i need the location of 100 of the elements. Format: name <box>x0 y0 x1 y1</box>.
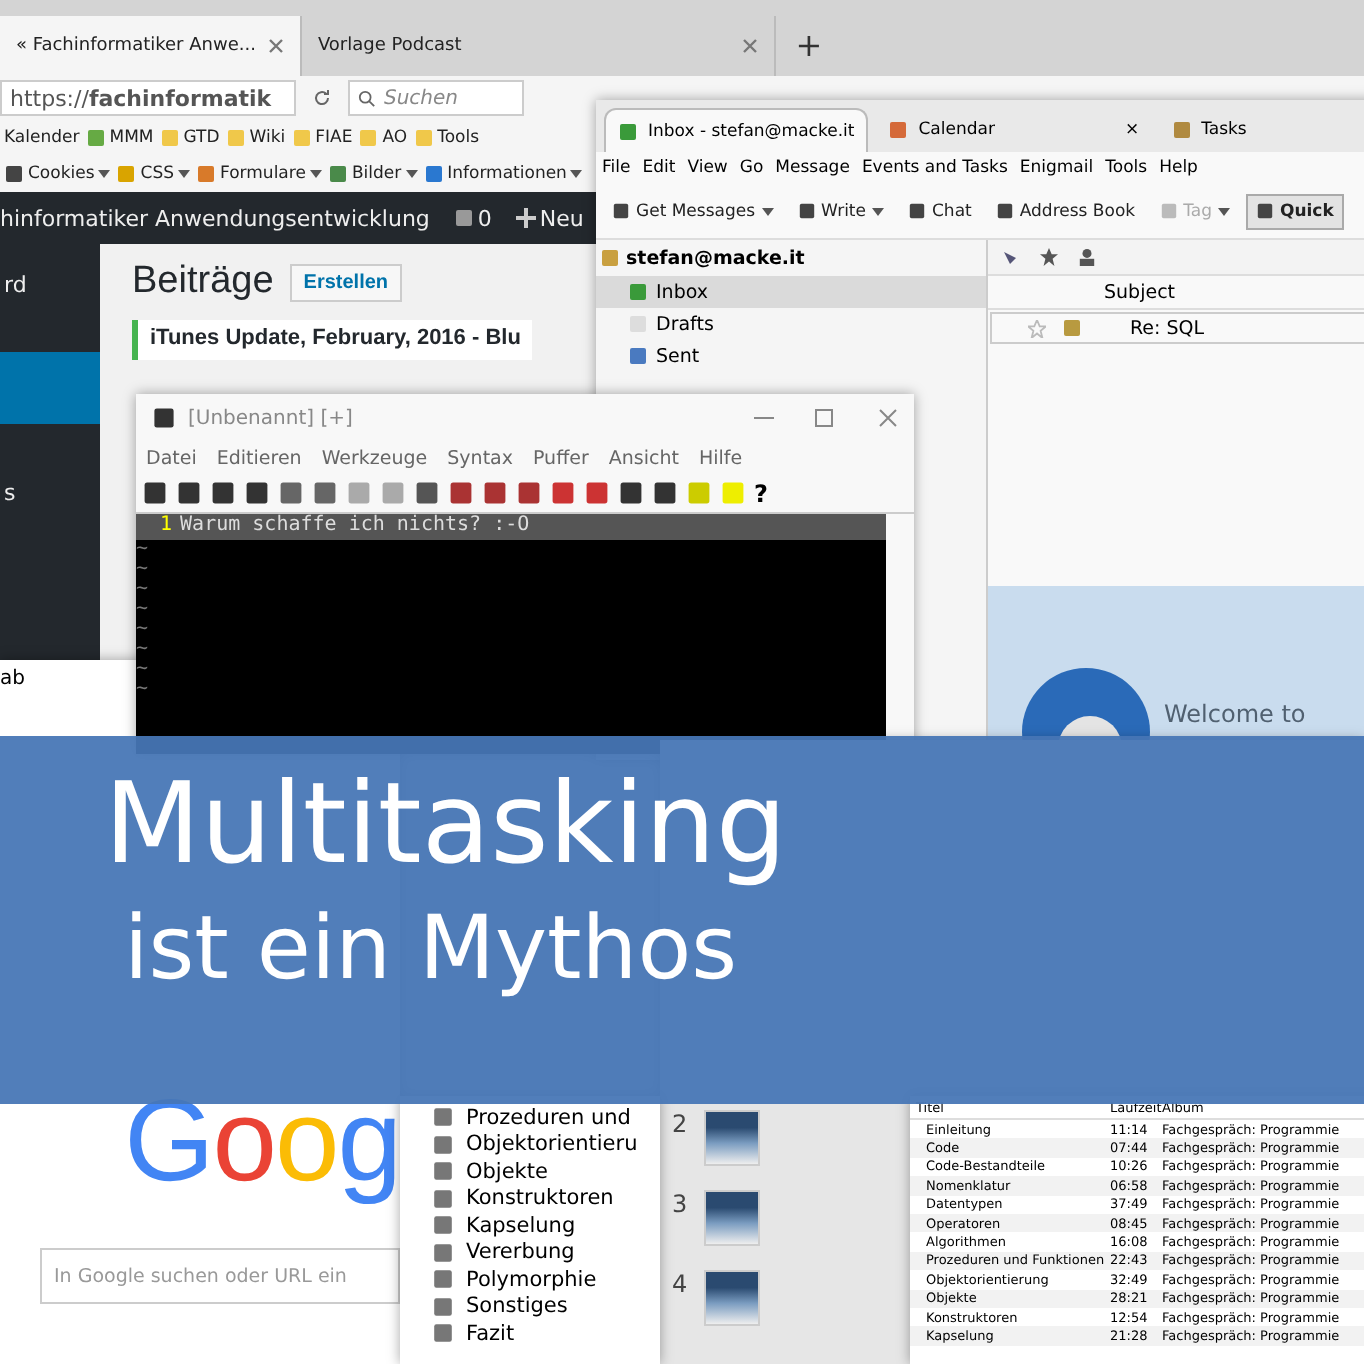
toolbar-menu[interactable]: Cookies <box>4 164 111 184</box>
window-title: [Unbenannt] [+] <box>188 407 353 429</box>
code-line: Warum schaffe ich nichts? :-O <box>180 514 530 540</box>
chapter-item[interactable]: Sonstiges <box>432 1293 660 1320</box>
mail-tab[interactable]: Calendar × <box>876 108 1152 152</box>
message-row[interactable]: Re: SQL <box>990 312 1364 344</box>
menu-item[interactable]: Enigmail <box>1019 158 1094 178</box>
reload-icon[interactable] <box>312 88 332 108</box>
quick-filter-button[interactable]: Quick <box>1245 193 1344 229</box>
chapter-item[interactable]: Objektorientieru <box>432 1131 660 1158</box>
comments-link[interactable]: 0 <box>453 205 492 231</box>
welcome-text: Welcome to <box>1164 700 1306 728</box>
plus-icon <box>515 208 536 228</box>
empty-line-marker: ~ <box>136 640 151 660</box>
tab-label[interactable]: ab <box>0 660 33 704</box>
folder-item[interactable]: Drafts <box>596 308 986 340</box>
chapter-item[interactable]: Vererbung <box>432 1239 660 1266</box>
slide-thumbnail[interactable] <box>703 1270 760 1326</box>
new-tab-button[interactable]: + <box>775 26 843 76</box>
caret-icon <box>570 170 583 178</box>
post-title[interactable]: iTunes Update, February, 2016 - Blu <box>132 320 533 360</box>
slide-number: 3 <box>672 1190 688 1218</box>
slide-number: 2 <box>672 1110 688 1138</box>
close-icon[interactable] <box>741 38 758 54</box>
chapter-item[interactable]: Konstruktoren <box>432 1185 660 1212</box>
menu-item[interactable]: Events and Tasks <box>861 158 1008 178</box>
empty-line-marker: ~ <box>136 680 151 700</box>
bookmark[interactable]: Kalender <box>4 128 80 148</box>
column-header[interactable]: Subject <box>1104 281 1176 303</box>
close-icon[interactable] <box>267 38 284 54</box>
empty-line-marker: ~ <box>136 540 151 560</box>
menu-item[interactable]: Tools <box>1105 158 1148 178</box>
chapter-item[interactable]: Kapselung <box>432 1212 660 1239</box>
folder-item[interactable]: Sent <box>596 340 986 372</box>
menu-item[interactable]: Syntax <box>447 447 513 469</box>
toolbar-menu[interactable]: Formulare <box>196 164 322 184</box>
chapter-item[interactable]: Objekte <box>432 1158 660 1185</box>
bookmark[interactable]: AO <box>358 128 408 148</box>
search-field[interactable]: Suchen <box>348 80 524 116</box>
caret-icon <box>309 170 322 178</box>
toolbar-button[interactable]: Get Messages <box>604 195 782 227</box>
bookmark[interactable]: Tools <box>413 128 480 148</box>
toolbar-button[interactable]: Chat <box>900 195 980 227</box>
menu-item[interactable]: Edit <box>642 158 676 178</box>
maximize-icon[interactable] <box>814 408 834 428</box>
star-icon[interactable] <box>1040 248 1058 266</box>
chapter-item[interactable]: Polymorphie <box>432 1266 660 1293</box>
url-field[interactable]: https://fachinformatik <box>0 80 296 116</box>
folder-item[interactable]: Inbox <box>596 276 986 308</box>
bookmark[interactable]: MMM <box>85 128 154 148</box>
sidebar-item[interactable]: rd <box>0 264 100 304</box>
menu-item[interactable]: Puffer <box>532 447 589 469</box>
caret-icon[interactable] <box>872 207 884 215</box>
line-number: 1 <box>160 514 173 540</box>
toolbar-menu[interactable]: CSS <box>116 164 191 184</box>
person-icon[interactable] <box>1078 248 1096 266</box>
sidebar-item[interactable]: s <box>0 472 100 512</box>
create-button[interactable]: Erstellen <box>289 263 403 301</box>
menu-item[interactable]: Message <box>775 158 850 178</box>
toolbar-menu[interactable]: Bilder <box>327 164 418 184</box>
chapter-item[interactable]: Fazit <box>432 1320 660 1347</box>
menu-item[interactable]: File <box>602 158 631 178</box>
mail-tab[interactable]: Inbox - stefan@macke.it <box>604 108 869 152</box>
page-heading: Beiträge <box>132 260 274 304</box>
toolbar-button[interactable]: Write <box>789 195 892 227</box>
account-name[interactable]: stefan@macke.it <box>596 240 986 276</box>
mail-tab[interactable]: Tasks <box>1159 108 1259 152</box>
caret-icon <box>178 170 191 178</box>
caret-icon[interactable] <box>761 207 774 215</box>
menu-item[interactable]: Ansicht <box>608 447 679 469</box>
star-icon[interactable] <box>1028 319 1046 337</box>
empty-line-marker: ~ <box>136 580 151 600</box>
bookmark[interactable]: Wiki <box>225 128 286 148</box>
empty-line-marker: ~ <box>136 600 151 620</box>
menu-item[interactable]: Datei <box>146 447 197 469</box>
menu-item[interactable]: Help <box>1159 158 1198 178</box>
bookmark[interactable]: GTD <box>159 128 220 148</box>
help-button[interactable]: ? <box>754 479 768 507</box>
toolbar-menu[interactable]: Informationen <box>423 164 583 184</box>
new-link[interactable]: Neu <box>515 205 584 231</box>
menu-item[interactable]: Werkzeuge <box>321 447 428 469</box>
slide-thumbnail[interactable] <box>703 1110 760 1166</box>
empty-line-marker: ~ <box>136 560 151 580</box>
empty-line-marker: ~ <box>136 660 151 680</box>
slide-thumbnail[interactable] <box>703 1190 760 1246</box>
toolbar-button[interactable]: Address Book <box>987 195 1144 227</box>
site-name[interactable]: hinformatiker Anwendungsentwicklung <box>0 205 430 231</box>
close-icon[interactable] <box>878 408 898 428</box>
bookmark[interactable]: FIAE <box>291 128 353 148</box>
banner-title: Multitasking <box>104 760 789 890</box>
menu-item[interactable]: View <box>687 158 728 178</box>
menu-item[interactable]: Hilfe <box>698 447 743 469</box>
caret-icon <box>98 170 111 178</box>
empty-line-marker: ~ <box>136 620 151 640</box>
caret-icon <box>405 170 418 178</box>
search-logo: Goog <box>124 1074 400 1208</box>
menu-item[interactable]: Editieren <box>216 447 302 469</box>
browser-tab[interactable]: « Fachinformatiker Anwe... <box>0 16 302 76</box>
menu-item[interactable]: Go <box>739 158 764 178</box>
chapter-item[interactable]: Prozeduren und <box>432 1104 660 1131</box>
